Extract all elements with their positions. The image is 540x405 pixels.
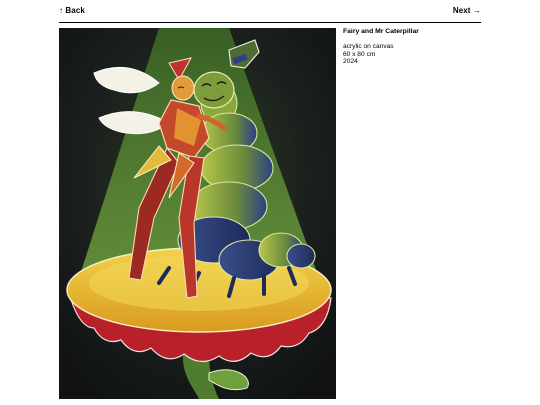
top-navigation-bar: ↑ Back Next →	[59, 5, 481, 23]
artwork-size: 60 x 80 cm	[343, 50, 376, 58]
next-link[interactable]: Next →	[453, 6, 481, 15]
artwork-year: 2024	[343, 58, 358, 66]
artwork-details: Fairy and Mr Caterpillar acrylic on canv…	[343, 28, 493, 66]
artwork-medium: acrylic on canvas	[343, 43, 394, 51]
painting-fairy-and-caterpillar	[59, 28, 336, 399]
artwork-image	[59, 28, 336, 399]
artwork-title: Fairy and Mr Caterpillar	[343, 28, 419, 35]
back-link[interactable]: ↑ Back	[59, 6, 85, 15]
